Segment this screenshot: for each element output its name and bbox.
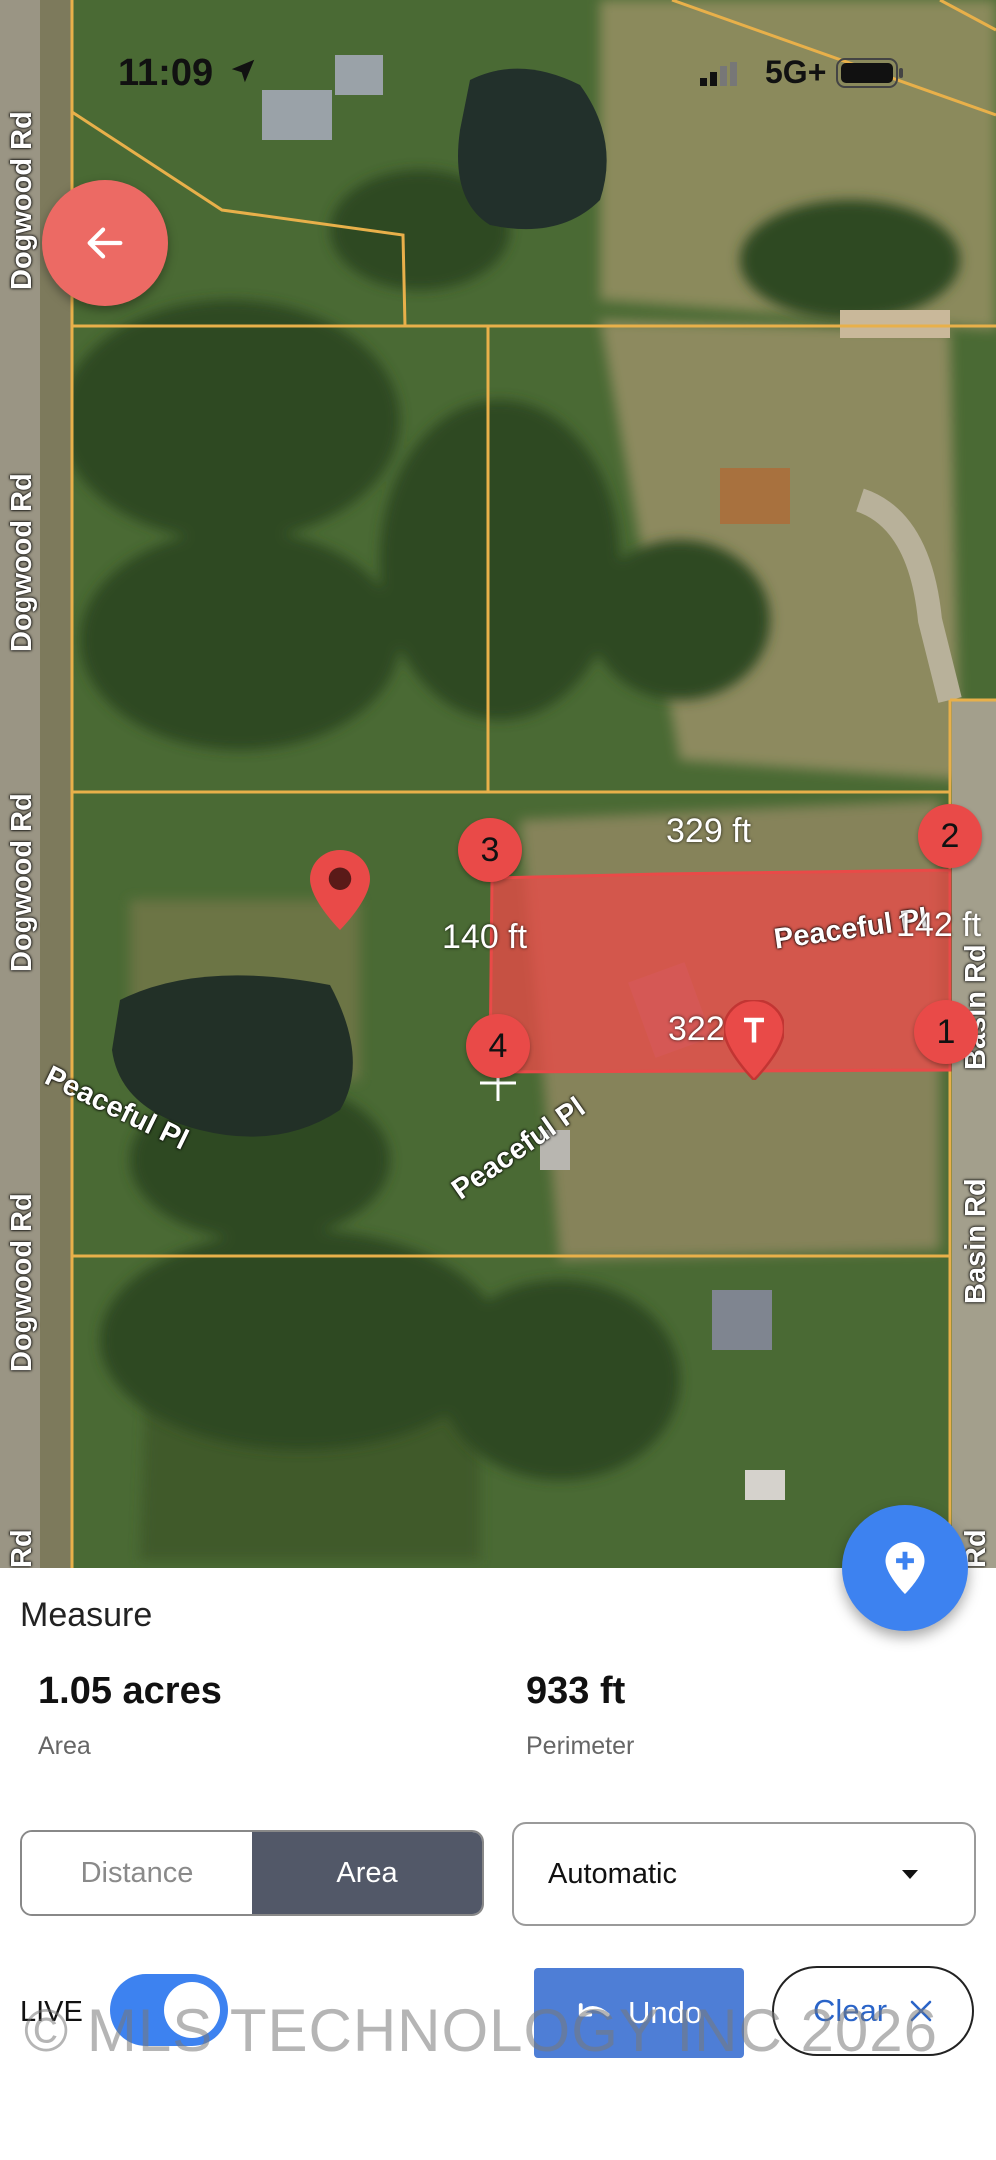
copyright-watermark: © MLS TECHNOLOGY INC 2026 (24, 1997, 938, 2064)
vertex-marker[interactable]: 2 (918, 804, 982, 868)
road-label-dogwood: Rd (6, 1529, 38, 1568)
mode-segmented-control: Distance Area (20, 1830, 484, 1916)
vertex-marker[interactable]: 1 (914, 1000, 978, 1064)
location-pin-icon[interactable] (310, 850, 370, 930)
network-type: 5G+ (765, 54, 827, 90)
signal-icon (700, 62, 737, 86)
unit-select-value: Automatic (548, 1858, 677, 1890)
vertex-marker[interactable]: 3 (458, 818, 522, 882)
perimeter-value: 933 ft (526, 1670, 626, 1712)
location-arrow-icon (231, 59, 255, 83)
vertex-marker[interactable]: 4 (466, 1014, 530, 1078)
chevron-down-icon (902, 1870, 918, 1879)
status-bar: 11:09 5G+ (0, 48, 996, 98)
road-label-dogwood: Dogwood Rd (6, 1193, 38, 1372)
status-time: 11:09 (118, 52, 214, 94)
panel-title: Measure (20, 1596, 153, 1634)
add-pin-button[interactable] (842, 1505, 968, 1631)
measurement-label-top: 329 ft (666, 812, 752, 850)
area-value: 1.05 acres (38, 1670, 222, 1712)
measurement-label-bottom: 322 (668, 1010, 725, 1048)
mode-area-button[interactable]: Area (252, 1832, 482, 1914)
road-label-basin: Basin Rd (960, 1178, 992, 1304)
battery-icon (836, 58, 903, 88)
road-label-dogwood: Dogwood Rd (6, 793, 38, 972)
area-label: Area (38, 1732, 91, 1760)
perimeter-label: Perimeter (526, 1732, 635, 1760)
measurement-label-left: 140 ft (442, 918, 528, 956)
back-arrow-icon (87, 227, 123, 259)
back-button[interactable] (42, 180, 168, 306)
road-label-dogwood: Dogwood Rd (6, 111, 38, 290)
unit-select[interactable]: Automatic (512, 1822, 976, 1926)
add-pin-icon (885, 1542, 925, 1594)
mode-distance-button[interactable]: Distance (22, 1832, 252, 1914)
location-pin-icon[interactable] (724, 1000, 784, 1080)
measurement-label-right: 142 ft (896, 906, 982, 944)
measure-panel: Measure 1.05 acres Area 933 ft Perimeter… (0, 1568, 996, 2160)
road-label-dogwood: Dogwood Rd (6, 473, 38, 652)
map-view[interactable]: 11:09 5G+ Dogwood Rd Dogwood Rd Dogwood … (0, 0, 996, 1568)
